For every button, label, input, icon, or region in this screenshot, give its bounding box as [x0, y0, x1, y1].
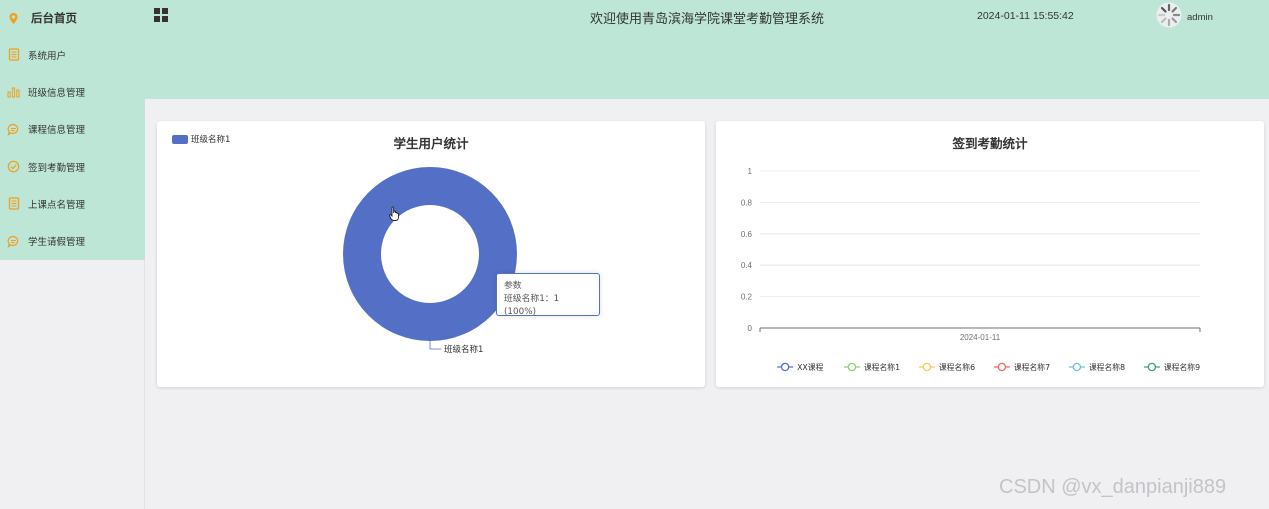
- chat-bubble-icon: [7, 123, 20, 136]
- sidebar-item-attendance[interactable]: 签到考勤管理: [0, 148, 145, 185]
- page-title: 欢迎使用青岛滨海学院课堂考勤管理系统: [590, 12, 825, 27]
- sidebar-item-label: 系统用户: [28, 50, 67, 62]
- donut-chart: 班级名称1: [342, 166, 517, 355]
- sidebar-item-label: 课程信息管理: [28, 125, 86, 137]
- legend-marker: [1072, 362, 1082, 372]
- chart-tooltip: 参数 班级名称1：1 (100%): [496, 273, 600, 317]
- legend-label: 课程名称6: [939, 362, 975, 372]
- sidebar-item-label: 后台首页: [31, 11, 77, 25]
- top-header: 欢迎使用青岛滨海学院课堂考勤管理系统 2024-01-11 15:55:42 a…: [145, 0, 1269, 99]
- sidebar-item-course-info[interactable]: 课程信息管理: [0, 111, 145, 148]
- document-icon: [7, 197, 20, 210]
- sidebar: 后台首页 系统用户 班级信息管理 课程信息管理 签到考勤管理 上课点名管理 学生…: [0, 0, 145, 509]
- legend-label: 课程名称8: [1089, 362, 1125, 372]
- student-stats-card: 班级名称1 学生用户统计 班级名称1 参数 班级名称1：1 (100%): [157, 121, 705, 387]
- check-circle-icon: [7, 160, 20, 173]
- attendance-stats-card: 签到考勤统计 1 0.8 0.6 0.4 0.2 0 2024-01-11 XX课程 课程名称1…: [716, 121, 1264, 387]
- y-tick-label: 0.4: [741, 261, 753, 270]
- sidebar-item-roll-call[interactable]: 上课点名管理: [0, 185, 145, 222]
- sidebar-item-label: 上课点名管理: [28, 199, 86, 211]
- slice-label: 班级名称1: [444, 344, 483, 355]
- header-datetime: 2024-01-11 15:55:42: [977, 10, 1074, 22]
- legend-label: 课程名称1: [864, 362, 900, 372]
- donut-slice[interactable]: [342, 166, 517, 342]
- legend-item[interactable]: 课程名称1: [843, 362, 900, 372]
- y-tick-label: 0.8: [741, 198, 753, 207]
- bar-chart-icon: [7, 85, 20, 98]
- legend-label: XX课程: [797, 363, 823, 372]
- legend-item[interactable]: 课程名称9: [1143, 362, 1200, 372]
- y-tick-label: 0.2: [741, 293, 753, 302]
- sidebar-item-system-users[interactable]: 系统用户: [0, 36, 145, 73]
- chat-bubble-icon: [7, 235, 20, 248]
- username[interactable]: admin: [1187, 12, 1213, 23]
- sidebar-item-label: 班级信息管理: [28, 87, 86, 99]
- legend-marker: [780, 362, 790, 372]
- sidebar-item-class-info[interactable]: 班级信息管理: [0, 73, 145, 110]
- document-icon: [7, 48, 20, 61]
- legend-marker: [1147, 362, 1157, 372]
- tooltip-value: 班级名称1：1 (100%): [504, 294, 560, 317]
- legend-marker: [847, 362, 857, 372]
- legend-label: 课程名称9: [1164, 362, 1200, 372]
- sidebar-item-label: 学生请假管理: [28, 237, 86, 249]
- sidebar-item-label: 签到考勤管理: [28, 162, 86, 174]
- legend-item[interactable]: XX课程: [777, 362, 824, 372]
- y-tick-label: 1: [748, 167, 753, 176]
- sidebar-menu: 后台首页 系统用户 班级信息管理 课程信息管理 签到考勤管理 上课点名管理 学生…: [0, 0, 145, 260]
- legend-label: 课程名称7: [1014, 362, 1050, 372]
- legend-item[interactable]: 课程名称8: [1068, 362, 1125, 372]
- sidebar-item-leave[interactable]: 学生请假管理: [0, 222, 145, 259]
- y-tick-label: 0: [748, 324, 753, 333]
- hand-cursor-icon: [389, 206, 399, 221]
- avatar[interactable]: [1156, 2, 1182, 28]
- tooltip-title: 参数: [504, 281, 522, 291]
- legend-marker: [997, 362, 1007, 372]
- grid-menu-icon[interactable]: [154, 8, 168, 22]
- x-tick-label: 2024-01-11: [960, 333, 1001, 342]
- legend-item[interactable]: 课程名称7: [993, 362, 1050, 372]
- legend-item[interactable]: 课程名称6: [918, 362, 975, 372]
- y-tick-label: 0.6: [741, 230, 753, 239]
- sidebar-item-home[interactable]: 后台首页: [0, 0, 145, 36]
- legend-marker: [922, 362, 932, 372]
- location-pin-icon: [7, 12, 20, 25]
- watermark: CSDN @vx_danpianji889: [999, 476, 1227, 498]
- line-chart: 1 0.8 0.6 0.4 0.2 0 2024-01-11 XX课程 课程名称1 课程名称6 课程…: [741, 167, 1201, 372]
